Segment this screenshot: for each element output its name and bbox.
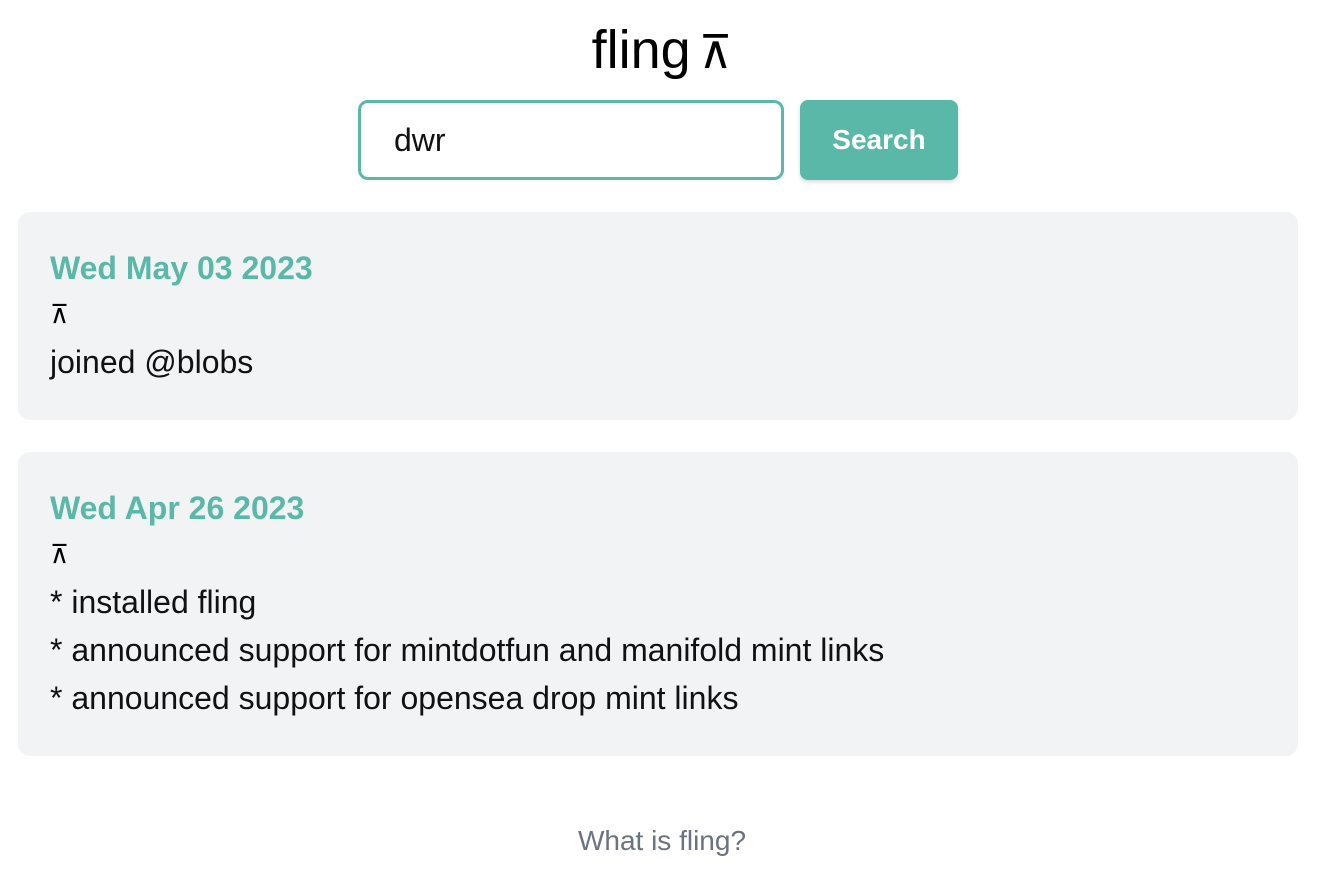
fling-logo-icon: ⊼: [50, 299, 70, 329]
entry-text: * installed fling: [50, 584, 257, 620]
what-is-fling-link[interactable]: What is fling?: [0, 822, 1324, 860]
search-bar: Search: [358, 100, 958, 180]
feed-entry: Wed May 03 2023 ⊼ joined @blobs: [18, 212, 1298, 420]
search-input[interactable]: [358, 100, 784, 180]
page: fling⊼ Search Wed May 03 2023 ⊼ joined @…: [0, 0, 1324, 886]
page-title: fling ⊼: [0, 14, 1324, 88]
feed-entry: Wed Apr 26 2023 ⊼ * installed fling * an…: [18, 452, 1298, 756]
fling-logo-icon: ⊼: [50, 539, 70, 569]
search-button[interactable]: Search: [800, 100, 958, 180]
fling-logo-icon: ⊼: [698, 26, 733, 78]
entry-text: joined @blobs: [50, 344, 254, 380]
entry-date: Wed Apr 26 2023: [50, 490, 305, 526]
entry-text: * announced support for mintdotfun and m…: [50, 632, 885, 668]
app-name: fling: [591, 20, 691, 80]
entry-date: Wed May 03 2023: [50, 250, 313, 286]
entry-text: * announced support for opensea drop min…: [50, 680, 739, 716]
